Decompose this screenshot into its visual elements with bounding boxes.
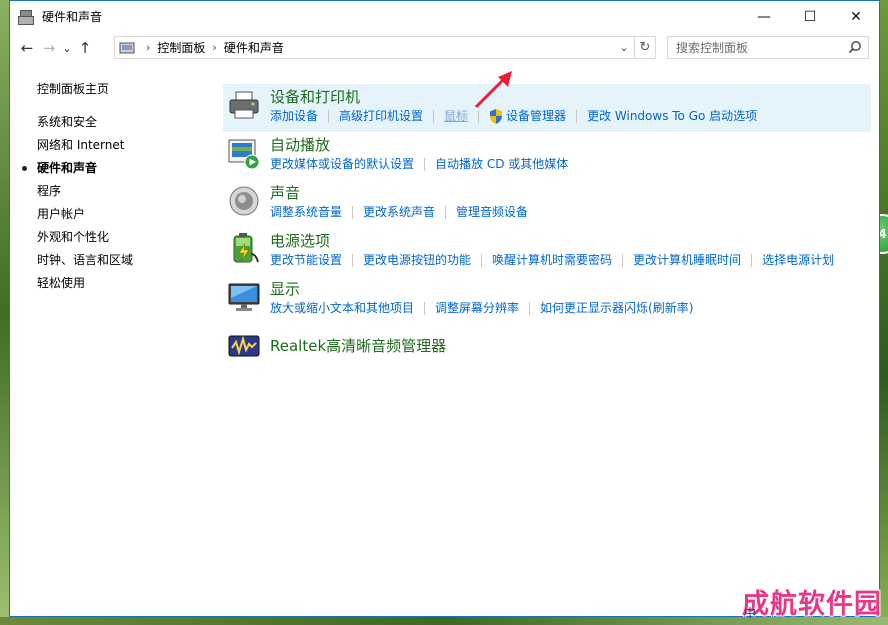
category-realtek: Realtek高清晰音频管理器 — [223, 324, 871, 372]
breadcrumb-hardware-sound[interactable]: 硬件和声音 — [224, 39, 284, 56]
add-device-link[interactable]: 添加设备 — [270, 108, 318, 124]
breadcrumb-separator-icon: › — [146, 41, 151, 54]
category-power: 电源选项 更改节能设置 更改电源按钮的功能 唤醒计算机时需要密码 更改计算机睡眠… — [223, 228, 871, 276]
category-display: 显示 放大或缩小文本和其他项目 调整屏幕分辨率 如何更正显示器闪烁(刷新率) — [223, 276, 871, 324]
speaker-icon — [229, 186, 259, 216]
sidebar-item-appearance[interactable]: 外观和个性化 — [37, 229, 217, 252]
link-divider — [328, 109, 330, 123]
maximize-button[interactable]: ☐ — [787, 1, 833, 32]
sidebar-item-programs[interactable]: 程序 — [37, 183, 217, 206]
printer-icon — [229, 91, 259, 119]
sidebar-item-system-security[interactable]: 系统和安全 — [37, 114, 217, 137]
language-tray[interactable]: 中 — [744, 602, 880, 622]
category-devices-printers: 设备和打印机 添加设备 高级打印机设置 鼠标 设备管理器 更改 Windows … — [223, 84, 871, 132]
monitor-icon — [228, 283, 260, 311]
sidebar-item-home[interactable]: 控制面板主页 — [37, 81, 217, 104]
category-sound: 声音 调整系统音量 更改系统声音 管理音频设备 — [223, 180, 871, 228]
windows-to-go-link[interactable]: 更改 Windows To Go 启动选项 — [587, 108, 757, 124]
window-title: 硬件和声音 — [42, 10, 103, 24]
sidebar-item-clock-region[interactable]: 时钟、语言和区域 — [37, 252, 217, 275]
link-divider — [445, 205, 447, 219]
autoplay-icon — [228, 139, 260, 170]
link-divider — [352, 253, 354, 267]
link-divider — [424, 301, 426, 315]
sidebar-item-hardware-sound[interactable]: 硬件和声音 — [22, 160, 217, 183]
search-input[interactable] — [676, 40, 841, 55]
screen-resolution-link[interactable]: 调整屏幕分辨率 — [435, 300, 519, 316]
hardware-sound-icon — [18, 9, 34, 25]
battery-icon — [233, 233, 259, 263]
power-title[interactable]: 电源选项 — [270, 230, 330, 252]
sidebar-item-network[interactable]: 网络和 Internet — [37, 137, 217, 160]
navigation-bar: ← → ⌄ ↑ › 控制面板 › 硬件和声音 ⌄ ↻ — [10, 32, 879, 64]
sleep-time-link[interactable]: 更改计算机睡眠时间 — [633, 252, 741, 268]
realtek-audio-icon — [228, 335, 260, 357]
back-button[interactable]: ← — [16, 36, 38, 60]
search-box — [667, 36, 869, 59]
change-system-sounds-link[interactable]: 更改系统声音 — [363, 204, 435, 220]
close-button[interactable]: ✕ — [833, 1, 879, 32]
control-panel-window: 硬件和声音 — ☐ ✕ ← → ⌄ ↑ › 控制面板 › 硬件和声音 ⌄ ↻ 搜… — [9, 0, 880, 617]
link-divider — [751, 253, 753, 267]
sound-links: 调整系统音量 更改系统声音 管理音频设备 — [270, 204, 528, 220]
ime-language-indicator[interactable]: 中 — [744, 604, 756, 621]
breadcrumb-separator-icon: › — [212, 41, 217, 54]
manage-audio-devices-link[interactable]: 管理音频设备 — [456, 204, 528, 220]
link-divider — [529, 301, 531, 315]
search-icon[interactable] — [848, 40, 862, 54]
address-dropdown-icon[interactable]: ⌄ — [614, 37, 634, 58]
annotation-arrow-icon — [474, 71, 512, 109]
recent-locations-button[interactable]: ⌄ — [60, 36, 74, 60]
minimize-button[interactable]: — — [741, 1, 787, 32]
autoplay-title[interactable]: 自动播放 — [270, 134, 330, 156]
wake-password-link[interactable]: 唤醒计算机时需要密码 — [492, 252, 612, 268]
link-divider — [576, 109, 578, 123]
sidebar-item-ease-of-access[interactable]: 轻松使用 — [37, 275, 217, 298]
display-links: 放大或缩小文本和其他项目 调整屏幕分辨率 如何更正显示器闪烁(刷新率) — [270, 300, 693, 316]
autoplay-cd-link[interactable]: 自动播放 CD 或其他媒体 — [435, 156, 568, 172]
forward-button[interactable]: → — [38, 36, 60, 60]
link-divider — [481, 253, 483, 267]
refresh-icon[interactable]: ↻ — [634, 37, 655, 58]
link-divider — [352, 205, 354, 219]
autoplay-links: 更改媒体或设备的默认设置 自动播放 CD 或其他媒体 — [270, 156, 568, 172]
advanced-printer-setup-link[interactable]: 高级打印机设置 — [339, 108, 423, 124]
sidebar-item-user-accounts[interactable]: 用户帐户 — [37, 206, 217, 229]
change-media-defaults-link[interactable]: 更改媒体或设备的默认设置 — [270, 156, 414, 172]
devices-printers-title[interactable]: 设备和打印机 — [270, 86, 360, 108]
category-list: 设备和打印机 添加设备 高级打印机设置 鼠标 设备管理器 更改 Windows … — [223, 84, 871, 372]
up-button[interactable]: ↑ — [74, 36, 96, 60]
mouse-link[interactable]: 鼠标 — [444, 108, 468, 124]
link-divider — [478, 109, 480, 123]
desktop-background-right — [880, 0, 888, 625]
adjust-volume-link[interactable]: 调整系统音量 — [270, 204, 342, 220]
link-divider — [433, 109, 435, 123]
sound-title[interactable]: 声音 — [270, 182, 300, 204]
link-divider — [424, 157, 426, 171]
desktop-background-left — [0, 0, 9, 625]
sidebar: 控制面板主页 系统和安全 网络和 Internet 硬件和声音 程序 用户帐户 … — [22, 81, 217, 298]
category-autoplay: 自动播放 更改媒体或设备的默认设置 自动播放 CD 或其他媒体 — [223, 132, 871, 180]
power-saving-link[interactable]: 更改节能设置 — [270, 252, 342, 268]
breadcrumb-control-panel[interactable]: 控制面板 — [157, 39, 205, 56]
realtek-title[interactable]: Realtek高清晰音频管理器 — [270, 335, 446, 357]
title-bar[interactable]: 硬件和声音 — ☐ ✕ — [10, 1, 879, 32]
window-controls: — ☐ ✕ — [741, 1, 879, 32]
power-links: 更改节能设置 更改电源按钮的功能 唤醒计算机时需要密码 更改计算机睡眠时间 选择… — [270, 252, 834, 268]
address-bar[interactable]: › 控制面板 › 硬件和声音 ⌄ ↻ — [114, 36, 656, 59]
text-size-link[interactable]: 放大或缩小文本和其他项目 — [270, 300, 414, 316]
control-panel-icon — [119, 41, 135, 55]
display-title[interactable]: 显示 — [270, 278, 300, 300]
refresh-rate-link[interactable]: 如何更正显示器闪烁(刷新率) — [540, 300, 693, 316]
choose-power-plan-link[interactable]: 选择电源计划 — [762, 252, 834, 268]
power-button-link[interactable]: 更改电源按钮的功能 — [363, 252, 471, 268]
link-divider — [622, 253, 624, 267]
